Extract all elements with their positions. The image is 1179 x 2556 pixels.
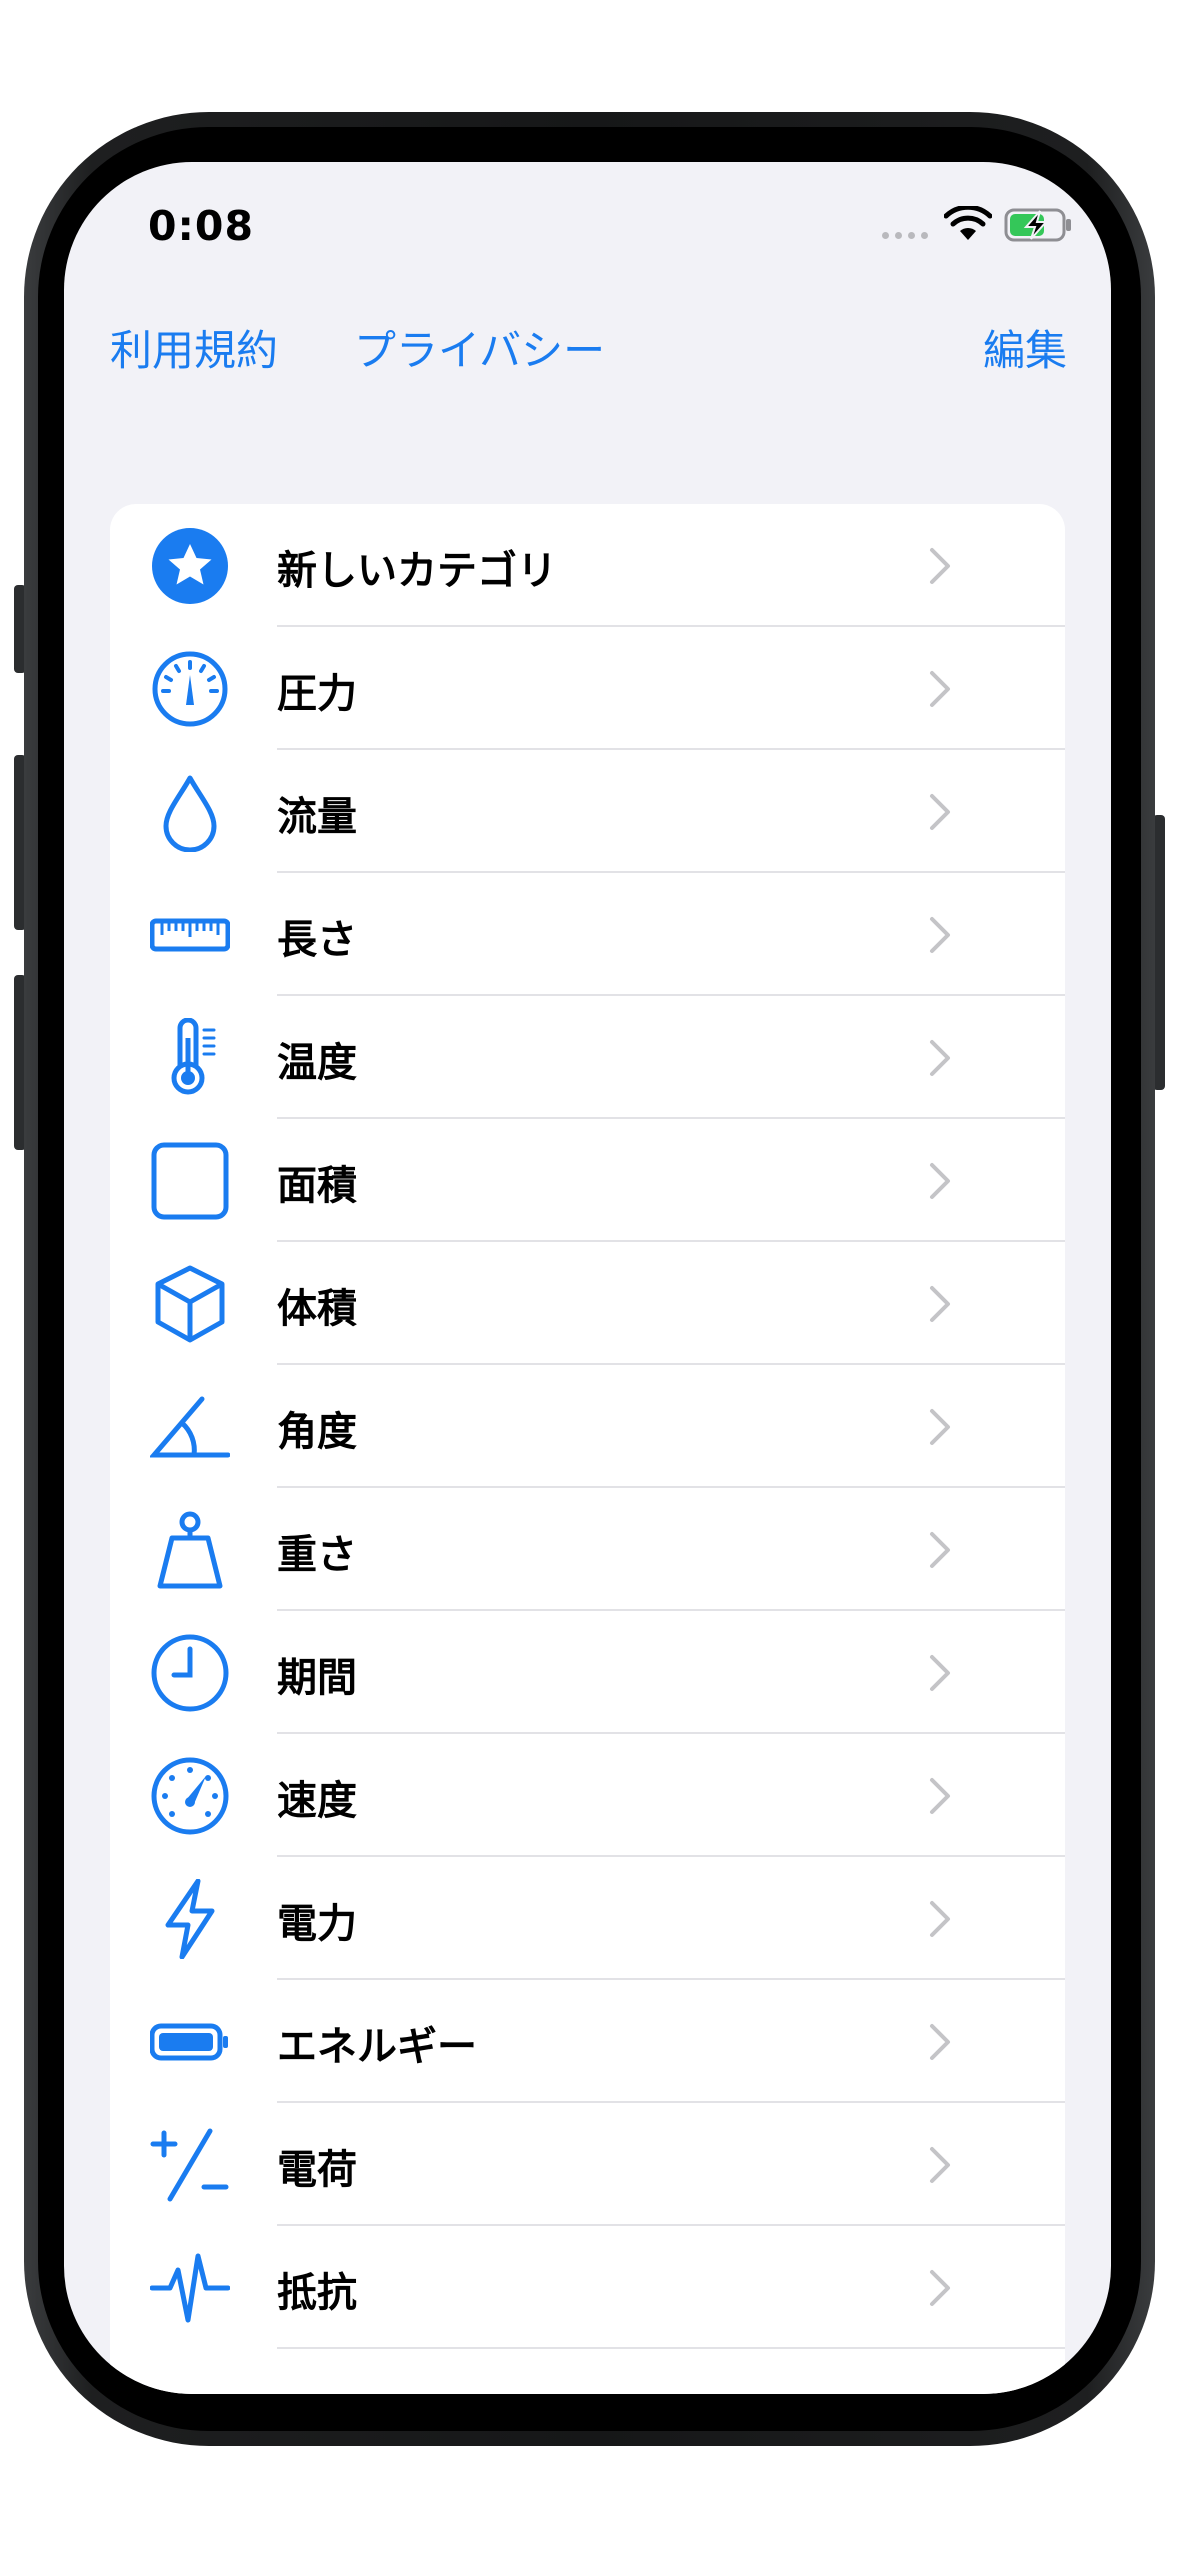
category-row-duration[interactable]: 期間 [110, 1611, 1065, 1734]
category-label: 重さ [277, 1532, 357, 1578]
plus-minus-icon [150, 2128, 229, 2202]
chevron-right-icon [930, 548, 950, 584]
category-row-weight[interactable]: 重さ [110, 1488, 1065, 1611]
category-row-resistance[interactable]: 抵抗 [110, 2226, 1065, 2349]
battery-charging-icon [1004, 208, 1071, 242]
terms-link[interactable]: 利用規約 [110, 317, 278, 378]
category-label: 期間 [277, 1655, 357, 1701]
category-row-charge[interactable]: 電荷 [110, 2103, 1065, 2226]
category-label: 流量 [277, 794, 357, 840]
category-label: 抵抗 [277, 2270, 357, 2316]
category-label: 体積 [277, 1286, 357, 1332]
battery-icon [150, 2023, 228, 2061]
privacy-link[interactable]: プライバシー [354, 317, 605, 378]
ruler-icon [150, 918, 230, 952]
chevron-right-icon [930, 1409, 950, 1445]
chevron-right-icon [930, 1163, 950, 1199]
wifi-icon [944, 206, 992, 240]
chevron-right-icon [930, 1778, 950, 1814]
drop-icon [163, 775, 217, 852]
square-icon [151, 1142, 229, 1220]
category-label: 電荷 [277, 2147, 357, 2193]
category-row-volume[interactable]: 体積 [110, 1242, 1065, 1365]
category-list: 新しいカテゴリ 圧力 流量 長さ 温度 面積 体積 角度 重さ 期間 速度 電力… [110, 504, 1065, 2394]
category-row-partial [110, 2349, 1065, 2394]
chevron-right-icon [930, 794, 950, 830]
chevron-right-icon [930, 1655, 950, 1691]
category-label: 圧力 [277, 671, 357, 717]
chevron-right-icon [930, 671, 950, 707]
category-row-flow[interactable]: 流量 [110, 750, 1065, 873]
cellular-signal-icon [882, 232, 928, 239]
screen: 0:08 利用規約 プライバシー 編集 新しいカテゴリ 圧力 流量 長さ 温度 … [64, 162, 1111, 2394]
category-row-area[interactable]: 面積 [110, 1119, 1065, 1242]
category-row-pressure[interactable]: 圧力 [110, 627, 1065, 750]
clock-icon [151, 1634, 229, 1712]
thermometer-icon [171, 1018, 216, 1095]
waveform-icon [150, 2253, 230, 2323]
category-label: 温度 [277, 1040, 357, 1086]
category-row-power[interactable]: 電力 [110, 1857, 1065, 1980]
chevron-right-icon [930, 2147, 950, 2183]
category-row-energy[interactable]: エネルギー [110, 1980, 1065, 2103]
category-label: 面積 [277, 1163, 357, 1209]
angle-icon [150, 1396, 230, 1458]
category-label: 角度 [277, 1409, 357, 1455]
chevron-right-icon [930, 1532, 950, 1568]
category-label: 長さ [277, 917, 357, 963]
chevron-right-icon [930, 917, 950, 953]
speedometer-icon [151, 1757, 229, 1835]
chevron-right-icon [930, 2024, 950, 2060]
chevron-right-icon [930, 1901, 950, 1937]
category-label: エネルギー [277, 2024, 477, 2070]
edit-button[interactable]: 編集 [983, 317, 1067, 378]
category-row-new[interactable]: 新しいカテゴリ [110, 504, 1065, 627]
chevron-right-icon [930, 1040, 950, 1076]
gauge-icon [152, 651, 228, 727]
chevron-right-icon [930, 2270, 950, 2306]
category-row-temperature[interactable]: 温度 [110, 996, 1065, 1119]
scale-weight-icon [157, 1511, 223, 1589]
bolt-icon [165, 1879, 215, 1959]
status-time: 0:08 [148, 202, 254, 250]
category-row-length[interactable]: 長さ [110, 873, 1065, 996]
star-circle-icon [152, 528, 228, 604]
chevron-right-icon [930, 1286, 950, 1322]
category-row-speed[interactable]: 速度 [110, 1734, 1065, 1857]
cube-icon [155, 1265, 225, 1343]
category-label: 速度 [277, 1778, 357, 1824]
category-label: 新しいカテゴリ [277, 548, 557, 594]
category-label: 電力 [277, 1901, 357, 1947]
category-row-angle[interactable]: 角度 [110, 1365, 1065, 1488]
